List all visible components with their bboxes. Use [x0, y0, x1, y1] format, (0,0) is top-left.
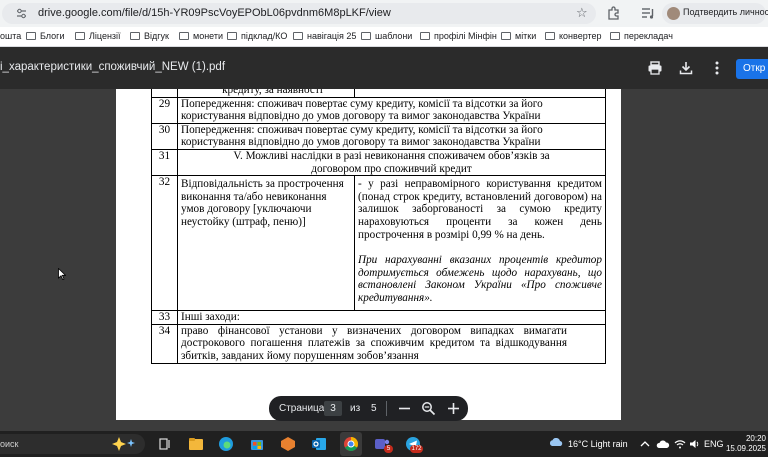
table-cell: Попередження: споживач повертає суму кре… — [177, 96, 606, 124]
wifi-icon[interactable] — [674, 439, 686, 449]
section-heading: V. Можливі наслідки в разі невиконання с… — [177, 148, 606, 177]
office-app-icon[interactable] — [280, 436, 296, 452]
notification-badge: 172 — [410, 445, 423, 453]
url-text[interactable]: drive.google.com/file/d/15h-YR09PscVoyEP… — [38, 7, 391, 19]
open-with-button[interactable]: Откр — [736, 59, 768, 79]
cell-paragraph-italic: При нарахуванні вказаних процентів креди… — [358, 254, 602, 304]
table-row: 29 Попередження: споживач повертає суму … — [151, 96, 606, 124]
rain-cloud-icon[interactable] — [548, 438, 564, 449]
extensions-icon[interactable] — [606, 5, 622, 21]
more-options-icon[interactable] — [709, 60, 725, 76]
mouse-cursor-icon — [58, 268, 66, 280]
folder-icon — [130, 32, 140, 40]
edge-browser-icon[interactable] — [218, 436, 234, 452]
onedrive-cloud-icon[interactable] — [656, 439, 670, 449]
profile-button[interactable]: Подтвердить личность — [662, 3, 768, 24]
page-of-label: из — [350, 403, 361, 414]
folder-icon — [179, 32, 189, 40]
clock[interactable]: 20:20 15.09.2025 — [718, 434, 766, 454]
table-row: 34 право фінансової установи у визначени… — [151, 323, 606, 364]
bookmark-item[interactable]: Блоги — [26, 31, 64, 44]
print-icon[interactable] — [647, 60, 663, 76]
task-view-icon[interactable] — [157, 436, 173, 452]
pdf-page: кредиту, за наявності 29 Попередження: с… — [116, 89, 621, 420]
table-cell: - у разі неправомірного користування кре… — [354, 175, 606, 312]
table-row: 31 V. Можливі наслідки в разі невиконанн… — [151, 148, 606, 177]
page-label: Страница — [279, 403, 325, 414]
profile-label: Подтвердить личность — [683, 7, 768, 17]
zoom-out-icon[interactable] — [397, 401, 412, 416]
media-controls-icon[interactable] — [640, 5, 656, 21]
table-row: 32 Відповідальність за прострочення вико… — [151, 175, 606, 312]
bookmark-item[interactable]: ошта — [0, 31, 21, 44]
page-number-input[interactable]: 3 — [324, 401, 342, 416]
address-bar[interactable]: drive.google.com/file/d/15h-YR09PscVoyEP… — [2, 3, 596, 24]
bookmark-item[interactable]: Відгук — [130, 31, 169, 44]
bookmark-item[interactable]: мітки — [501, 31, 536, 44]
bookmark-item[interactable]: конвертер — [545, 31, 602, 44]
bookmarks-bar: ошта Блоги Ліцензії Відгук монети підкла… — [0, 27, 768, 47]
row-number: 32 — [151, 175, 178, 312]
avatar — [667, 7, 680, 20]
bookmark-star-icon[interactable]: ☆ — [576, 6, 588, 21]
zoom-reset-icon[interactable] — [421, 401, 436, 416]
bookmark-item[interactable]: перекладач — [610, 31, 673, 44]
notification-badge: 5 — [384, 445, 393, 453]
folder-icon — [420, 32, 430, 40]
time-text: 20:20 — [745, 434, 766, 443]
bookmark-item[interactable]: монети — [179, 31, 223, 44]
download-icon[interactable] — [678, 60, 694, 76]
row-number: 33 — [151, 310, 178, 325]
document-table: кредиту, за наявності 29 Попередження: с… — [151, 89, 606, 364]
folder-icon — [501, 32, 511, 40]
document-viewer[interactable]: кредиту, за наявності 29 Попередження: с… — [0, 89, 768, 431]
table-cell: Інші заходи: — [177, 310, 606, 325]
chrome-icon[interactable] — [343, 436, 359, 452]
browser-toolbar: drive.google.com/file/d/15h-YR09PscVoyEP… — [0, 0, 768, 27]
folder-icon — [75, 32, 85, 40]
file-explorer-icon[interactable] — [188, 436, 204, 452]
divider — [386, 401, 387, 416]
table-cell: право фінансової установи у визначених д… — [177, 323, 606, 364]
table-row: кредиту, за наявності — [151, 89, 606, 98]
folder-icon — [610, 32, 620, 40]
folder-icon — [26, 32, 36, 40]
table-cell: Попередження: споживач повертає суму кре… — [177, 122, 606, 150]
row-number: 30 — [151, 122, 178, 150]
zoom-in-icon[interactable] — [446, 401, 461, 416]
outlook-icon[interactable] — [311, 436, 327, 452]
site-settings-icon[interactable] — [16, 8, 27, 19]
bookmark-item[interactable]: шаблони — [361, 31, 412, 44]
table-cell: Відповідальність за прострочення виконан… — [177, 175, 355, 312]
copilot-sparkle-icon[interactable] — [110, 436, 140, 452]
folder-icon — [361, 32, 371, 40]
taskbar-search[interactable]: оиск — [0, 434, 145, 454]
taskbar: оиск 5 172 16°C Light rain ENG 20:20 15.… — [0, 431, 768, 457]
page-navigation: Страница 3 из 5 — [269, 396, 468, 421]
weather-text[interactable]: 16°C Light rain — [568, 439, 628, 449]
bookmark-item[interactable]: профілі Мінфін — [420, 31, 497, 44]
table-cell: кредиту, за наявності — [177, 89, 355, 98]
page-total: 5 — [371, 403, 377, 414]
table-row: 33 Інші заходи: — [151, 310, 606, 325]
bookmark-item[interactable]: навігація 25 — [293, 31, 356, 44]
folder-icon — [545, 32, 555, 40]
volume-icon[interactable] — [689, 439, 701, 449]
bookmark-item[interactable]: підклад/КО — [227, 31, 287, 44]
folder-icon — [227, 32, 237, 40]
row-number: 34 — [151, 323, 178, 364]
row-number: 29 — [151, 96, 178, 124]
folder-icon — [293, 32, 303, 40]
search-placeholder: оиск — [0, 439, 19, 449]
drive-viewer-header: і_характеристики_споживчий_NEW (1).pdf О… — [0, 47, 768, 89]
file-title: і_характеристики_споживчий_NEW (1).pdf — [0, 61, 226, 73]
row-number: 31 — [151, 148, 178, 177]
chevron-up-icon[interactable] — [640, 440, 650, 448]
store-icon[interactable] — [249, 436, 265, 452]
date-text: 15.09.2025 — [725, 444, 766, 453]
bookmark-item[interactable]: Ліцензії — [75, 31, 121, 44]
table-row: 30 Попередження: споживач повертає суму … — [151, 122, 606, 150]
cell-paragraph: - у разі неправомірного користування кре… — [358, 178, 602, 241]
